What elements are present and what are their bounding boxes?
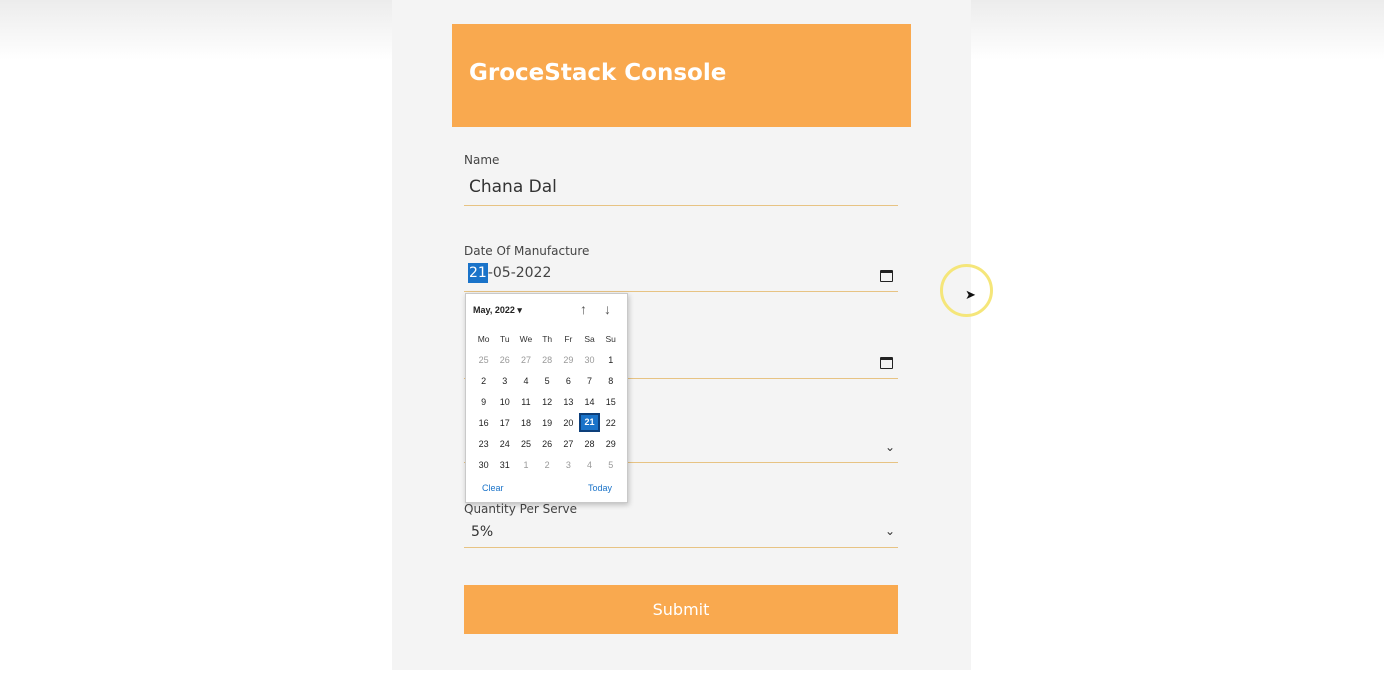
- calendar-day[interactable]: 6: [558, 376, 579, 386]
- date-rest-segment[interactable]: -05-2022: [488, 265, 552, 281]
- calendar-day[interactable]: 15: [600, 397, 621, 407]
- calendar-week-row: 30 31 1 2 3 4 5: [473, 455, 623, 476]
- mouse-pointer-icon: ➤: [965, 288, 976, 303]
- weekday-label: Fr: [564, 333, 573, 344]
- name-input[interactable]: Chana Dal: [469, 177, 557, 197]
- calendar-icon[interactable]: [880, 357, 893, 369]
- calendar-day[interactable]: 11: [515, 397, 536, 407]
- calendar-day[interactable]: 27: [558, 439, 579, 449]
- calendar-week-row: 25 26 27 28 29 30 1: [473, 349, 623, 370]
- chevron-down-icon[interactable]: ⌄: [885, 524, 895, 538]
- date-picker-popup: May, 2022 ▾ ↑ ↓ Mo Tu We Th Fr Sa Su 25 26 27 28 29…: [465, 293, 628, 503]
- calendar-day[interactable]: 19: [537, 418, 558, 428]
- calendar-day[interactable]: 1: [515, 460, 536, 470]
- calendar-day[interactable]: 27: [515, 355, 536, 365]
- arrow-down-icon[interactable]: ↓: [604, 301, 611, 317]
- weekday-label: Su: [605, 333, 616, 344]
- calendar-day[interactable]: 2: [537, 460, 558, 470]
- quantity-per-serve-label: Quantity Per Serve: [464, 502, 578, 516]
- calendar-day[interactable]: 18: [515, 418, 536, 428]
- calendar-day[interactable]: 17: [494, 418, 515, 428]
- page-title: GroceStack Console: [469, 60, 727, 86]
- calendar-day[interactable]: 12: [537, 397, 558, 407]
- calendar-week-row: 2345678: [473, 370, 623, 391]
- calendar-day[interactable]: 16: [473, 418, 494, 428]
- calendar-week-row: 23 24 25 26 27 28 29: [473, 433, 623, 454]
- calendar-day[interactable]: 8: [600, 376, 621, 386]
- calendar-day[interactable]: 26: [494, 355, 515, 365]
- chevron-down-icon[interactable]: ⌄: [885, 440, 895, 454]
- calendar-icon[interactable]: [880, 270, 893, 282]
- calendar-day[interactable]: 7: [579, 376, 600, 386]
- calendar-day[interactable]: 9: [473, 397, 494, 407]
- weekday-label: Mo: [477, 333, 490, 344]
- calendar-day[interactable]: 21: [578, 413, 601, 433]
- weekday-label: Sa: [584, 333, 595, 344]
- calendar-day[interactable]: 2: [473, 376, 494, 386]
- calendar-week-row: 16 17 18 19 20 21 22: [473, 412, 623, 433]
- calendar-day[interactable]: 24: [494, 439, 515, 449]
- calendar-day[interactable]: 30: [579, 355, 600, 365]
- calendar-day[interactable]: 31: [494, 460, 515, 470]
- calendar-week-row: 9 10 11 12 13 14 15: [473, 391, 623, 412]
- calendar-day[interactable]: 3: [494, 376, 515, 386]
- calendar-day[interactable]: 25: [473, 355, 494, 365]
- calendar-day[interactable]: 20: [558, 418, 579, 428]
- calendar-day[interactable]: 4: [515, 376, 536, 386]
- console-header: GroceStack Console: [452, 24, 911, 127]
- calendar-day[interactable]: 3: [558, 460, 579, 470]
- calendar-day[interactable]: 13: [558, 397, 579, 407]
- calendar-grid: Mo Tu We Th Fr Sa Su 25 26 27 28 29 30 1 2 3 4 5 6 7 8 9 10 11 1…: [473, 328, 623, 476]
- calendar-day[interactable]: 1: [600, 355, 621, 365]
- calendar-day[interactable]: 30: [473, 460, 494, 470]
- arrow-up-icon[interactable]: ↑: [580, 301, 587, 317]
- date-of-manufacture-input[interactable]: 21-05-2022: [468, 263, 552, 283]
- calendar-day[interactable]: 10: [494, 397, 515, 407]
- calendar-day[interactable]: 5: [600, 460, 621, 470]
- calendar-day[interactable]: 29: [600, 439, 621, 449]
- calendar-day[interactable]: 28: [537, 355, 558, 365]
- calendar-day[interactable]: 26: [537, 439, 558, 449]
- date-underline: [464, 291, 898, 292]
- calendar-day[interactable]: 23: [473, 439, 494, 449]
- date-day-segment[interactable]: 21: [468, 263, 488, 283]
- calendar-day[interactable]: 22: [600, 418, 621, 428]
- calendar-day[interactable]: 25: [515, 439, 536, 449]
- calendar-day[interactable]: 28: [579, 439, 600, 449]
- clear-button[interactable]: Clear: [482, 483, 504, 493]
- month-year-selector[interactable]: May, 2022 ▾: [473, 305, 522, 316]
- quantity-per-serve-select[interactable]: 5%: [471, 524, 493, 540]
- calendar-day[interactable]: 4: [579, 460, 600, 470]
- date-of-manufacture-label: Date Of Manufacture: [464, 244, 590, 258]
- name-underline: [464, 205, 898, 206]
- name-label: Name: [464, 153, 500, 167]
- today-button[interactable]: Today: [588, 483, 612, 493]
- weekday-label: We: [519, 333, 533, 344]
- calendar-day[interactable]: 29: [558, 355, 579, 365]
- calendar-day[interactable]: 5: [537, 376, 558, 386]
- weekday-label: Th: [542, 333, 553, 344]
- calendar-day[interactable]: 14: [579, 397, 600, 407]
- weekday-label: Tu: [499, 333, 510, 344]
- weekday-header-row: Mo Tu We Th Fr Sa Su: [473, 328, 623, 349]
- quantity-underline: [464, 547, 898, 548]
- submit-button[interactable]: Submit: [464, 585, 898, 634]
